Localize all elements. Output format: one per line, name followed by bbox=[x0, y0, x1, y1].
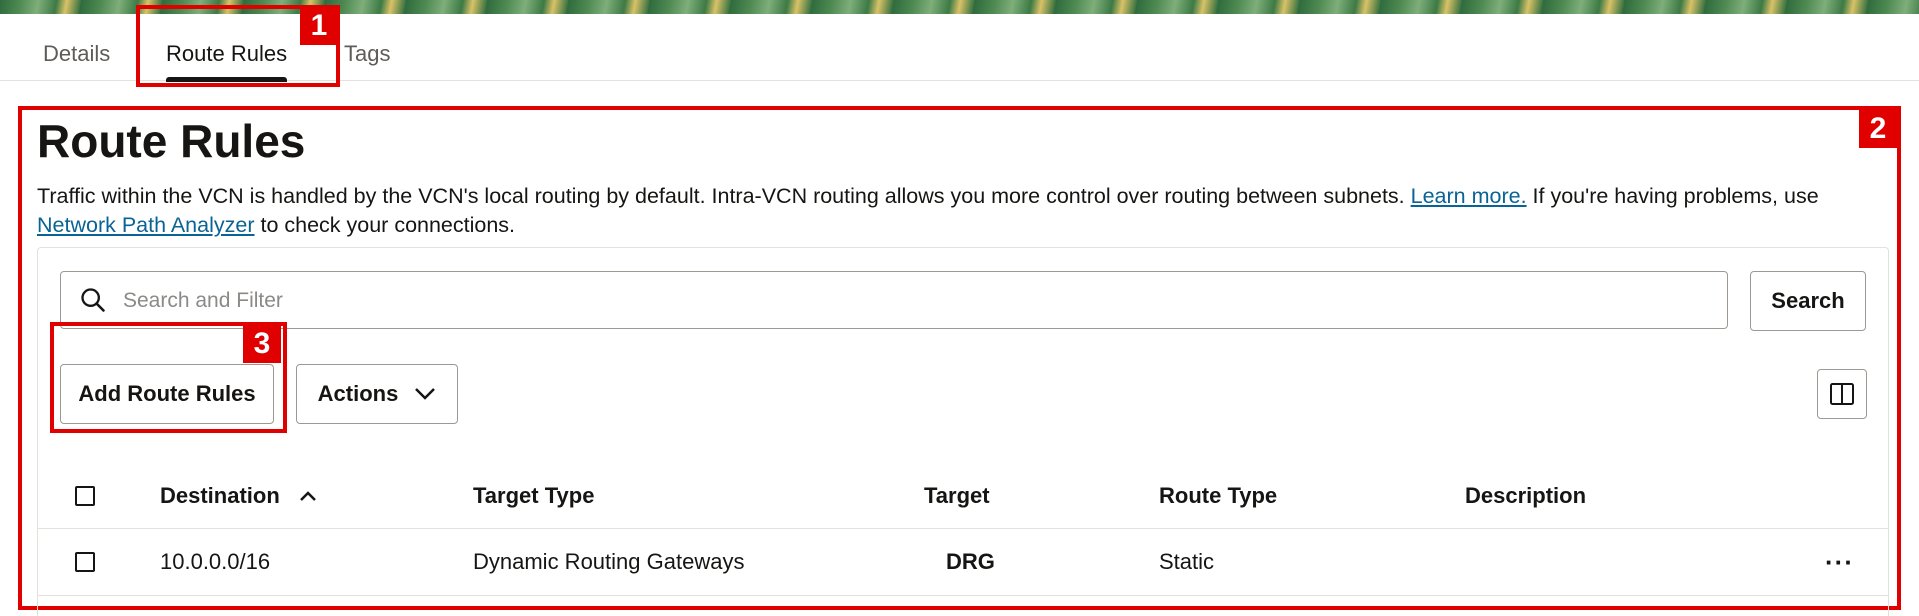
row-select-cell bbox=[75, 529, 95, 595]
select-all-checkbox[interactable] bbox=[75, 486, 95, 506]
network-path-analyzer-link[interactable]: Network Path Analyzer bbox=[37, 213, 255, 237]
columns-icon bbox=[1830, 383, 1854, 405]
table-header: Destination Target Type Target Route Typ… bbox=[38, 464, 1888, 529]
page-title: Route Rules bbox=[37, 115, 306, 167]
destination-header-label: Destination bbox=[160, 483, 280, 508]
cell-destination: 10.0.0.0/16 bbox=[160, 549, 271, 574]
cell-route-type: Static bbox=[1159, 549, 1215, 574]
column-header-description[interactable]: Description bbox=[1465, 464, 1586, 528]
chevron-down-icon bbox=[415, 388, 436, 400]
callout-number-1: 1 bbox=[300, 7, 338, 45]
description-text-1: Traffic within the VCN is handled by the… bbox=[37, 184, 1411, 208]
callout-number-3: 3 bbox=[243, 325, 281, 363]
actions-label: Actions bbox=[317, 381, 399, 406]
column-header-target[interactable]: Target bbox=[924, 464, 990, 528]
learn-more-link[interactable]: Learn more. bbox=[1411, 184, 1527, 208]
column-header-route-type[interactable]: Route Type bbox=[1159, 464, 1277, 528]
callout-number-2: 2 bbox=[1859, 110, 1897, 148]
description-text-2: If you're having problems, use bbox=[1526, 184, 1819, 208]
section-description: Traffic within the VCN is handled by the… bbox=[37, 182, 1897, 240]
column-header-destination[interactable]: Destination bbox=[160, 464, 318, 528]
table-row: 10.0.0.0/16 Dynamic Routing Gateways DRG… bbox=[38, 529, 1888, 596]
search-icon bbox=[81, 288, 105, 312]
cell-target[interactable]: DRG bbox=[946, 529, 995, 595]
column-layout-button[interactable] bbox=[1817, 369, 1867, 419]
sort-ascending-icon bbox=[299, 491, 316, 501]
column-header-target-type[interactable]: Target Type bbox=[473, 464, 594, 528]
select-all-cell bbox=[75, 464, 95, 528]
tab-tags[interactable]: Tags bbox=[344, 28, 390, 80]
search-filter-box[interactable] bbox=[60, 271, 1728, 330]
row-checkbox[interactable] bbox=[75, 552, 95, 572]
row-actions-menu-icon[interactable]: ··· bbox=[1825, 529, 1854, 595]
search-input[interactable] bbox=[121, 272, 1715, 330]
search-button[interactable]: Search bbox=[1750, 271, 1866, 331]
description-text-3: to check your connections. bbox=[254, 213, 516, 237]
tab-details[interactable]: Details bbox=[43, 28, 110, 80]
cell-target-type: Dynamic Routing Gateways bbox=[473, 549, 745, 574]
actions-dropdown[interactable]: Actions bbox=[296, 364, 458, 424]
